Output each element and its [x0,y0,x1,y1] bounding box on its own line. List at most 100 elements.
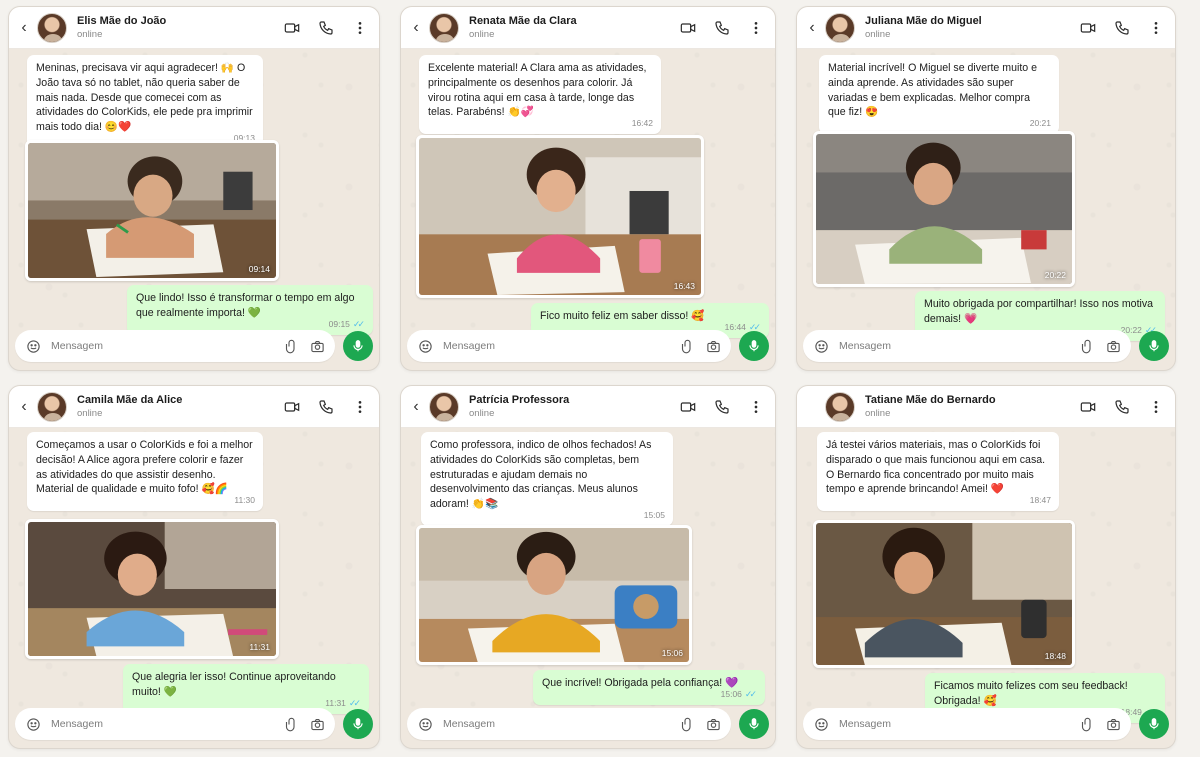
avatar[interactable] [37,12,67,43]
avatar[interactable] [37,391,67,422]
message-input[interactable]: Mensagem [407,708,731,740]
avatar[interactable] [825,391,855,422]
more-vert-icon[interactable] [1147,398,1165,416]
contact-info[interactable]: Patrícia Professora online [469,394,679,419]
mic-button[interactable] [739,709,769,739]
photo-message[interactable]: 18:48 [813,520,1075,668]
phone-icon[interactable] [1113,398,1131,416]
message-text: Que incrível! Obrigada pela confiança! 💜 [542,677,739,689]
photo-message[interactable]: 20:22 [813,131,1075,287]
emoji-icon[interactable] [813,716,829,732]
more-vert-icon[interactable] [351,19,369,37]
camera-icon[interactable] [705,338,721,354]
message-list[interactable]: Começamos a usar o ColorKids e foi a mel… [9,428,379,714]
message-list[interactable]: Material incrível! O Miguel se diverte m… [797,49,1175,341]
paperclip-icon[interactable] [679,338,695,354]
incoming-message[interactable]: Excelente material! A Clara ama as ativi… [419,55,661,135]
paperclip-icon[interactable] [679,716,695,732]
mic-button[interactable] [1139,709,1169,739]
outgoing-message[interactable]: Que alegria ler isso! Continue aproveita… [123,664,369,714]
mic-button[interactable] [739,331,769,361]
contact-info[interactable]: Juliana Mãe do Miguel online [865,15,1079,40]
video-call-icon[interactable] [1079,19,1097,37]
phone-icon[interactable] [317,19,335,37]
video-call-icon[interactable] [679,398,697,416]
message-placeholder: Mensagem [443,718,495,730]
back-arrow-icon[interactable]: ‹ [407,18,425,38]
message-list[interactable]: Excelente material! A Clara ama as ativi… [401,49,775,338]
phone-icon[interactable] [713,19,731,37]
paperclip-icon[interactable] [1079,716,1095,732]
mic-icon [353,340,363,352]
phone-icon[interactable] [317,398,335,416]
camera-icon[interactable] [705,716,721,732]
camera-icon[interactable] [1105,716,1121,732]
message-input[interactable]: Mensagem [803,708,1131,740]
message-list[interactable]: Meninas, precisava vir aqui agradecer! 🙌… [9,49,379,335]
avatar[interactable] [429,12,459,43]
more-vert-icon[interactable] [1147,19,1165,37]
more-vert-icon[interactable] [351,398,369,416]
emoji-icon[interactable] [813,338,829,354]
outgoing-message[interactable]: Que incrível! Obrigada pela confiança! 💜… [533,670,765,705]
emoji-icon[interactable] [25,716,41,732]
paperclip-icon[interactable] [283,716,299,732]
message-placeholder: Mensagem [51,340,103,352]
phone-icon[interactable] [713,398,731,416]
mic-button[interactable] [343,709,373,739]
back-arrow-icon[interactable]: ‹ [15,397,33,417]
emoji-icon[interactable] [417,716,433,732]
phone-icon[interactable] [1113,19,1131,37]
message-list[interactable]: Já testei vários materiais, mas o ColorK… [797,428,1175,723]
emoji-icon[interactable] [417,338,433,354]
incoming-message[interactable]: Material incrível! O Miguel se diverte m… [819,55,1059,135]
video-call-icon[interactable] [283,398,301,416]
video-call-icon[interactable] [283,19,301,37]
message-input[interactable]: Mensagem [15,330,335,362]
paperclip-icon[interactable] [1079,338,1095,354]
emoji-icon[interactable] [25,338,41,354]
chat-window: ‹ Elis Mãe do João online Meninas, preci… [8,6,380,371]
chat-window: ‹ Juliana Mãe do Miguel online Material … [796,6,1176,371]
contact-status: online [469,29,495,40]
photo-message[interactable]: 15:06 [416,525,692,665]
video-call-icon[interactable] [679,19,697,37]
contact-info[interactable]: Camila Mãe da Alice online [77,394,283,419]
mic-button[interactable] [343,331,373,361]
mic-button[interactable] [1139,331,1169,361]
back-arrow-icon[interactable]: ‹ [407,397,425,417]
message-list[interactable]: Como professora, indico de olhos fechado… [401,428,775,705]
paperclip-icon[interactable] [283,338,299,354]
camera-icon[interactable] [309,338,325,354]
contact-info[interactable]: Elis Mãe do João online [77,15,283,40]
incoming-message[interactable]: Já testei vários materiais, mas o ColorK… [817,432,1059,512]
contact-info[interactable]: Renata Mãe da Clara online [469,15,679,40]
photo-message[interactable]: 16:43 [416,135,704,298]
photo-message[interactable]: 11:31 [25,519,279,659]
message-input[interactable]: Mensagem [15,708,335,740]
contact-info[interactable]: Tatiane Mãe do Bernardo online [865,394,1079,419]
contact-name: Juliana Mãe do Miguel [865,15,982,27]
incoming-message[interactable]: Como professora, indico de olhos fechado… [421,432,673,526]
photo-boy-coloring [816,523,1072,665]
camera-icon[interactable] [1105,338,1121,354]
read-ticks-icon: ✓✓ [744,689,757,699]
avatar[interactable] [825,12,855,43]
message-placeholder: Mensagem [839,340,891,352]
contact-name: Camila Mãe da Alice [77,394,183,406]
incoming-message[interactable]: Começamos a usar o ColorKids e foi a mel… [27,432,263,512]
more-vert-icon[interactable] [747,19,765,37]
message-text: Muito obrigada por compartilhar! Isso no… [924,298,1154,325]
incoming-message[interactable]: Meninas, precisava vir aqui agradecer! 🙌… [27,55,263,149]
back-arrow-icon[interactable]: ‹ [15,18,33,38]
back-arrow-icon[interactable]: ‹ [803,18,821,38]
avatar[interactable] [429,391,459,422]
photo-message[interactable]: 09:14 [25,140,279,281]
outgoing-message[interactable]: Que lindo! Isso é transformar o tempo em… [127,285,373,335]
more-vert-icon[interactable] [747,398,765,416]
message-input[interactable]: Mensagem [803,330,1131,362]
camera-icon[interactable] [309,716,325,732]
message-input[interactable]: Mensagem [407,330,731,362]
video-call-icon[interactable] [1079,398,1097,416]
message-text: Que lindo! Isso é transformar o tempo em… [136,292,355,319]
